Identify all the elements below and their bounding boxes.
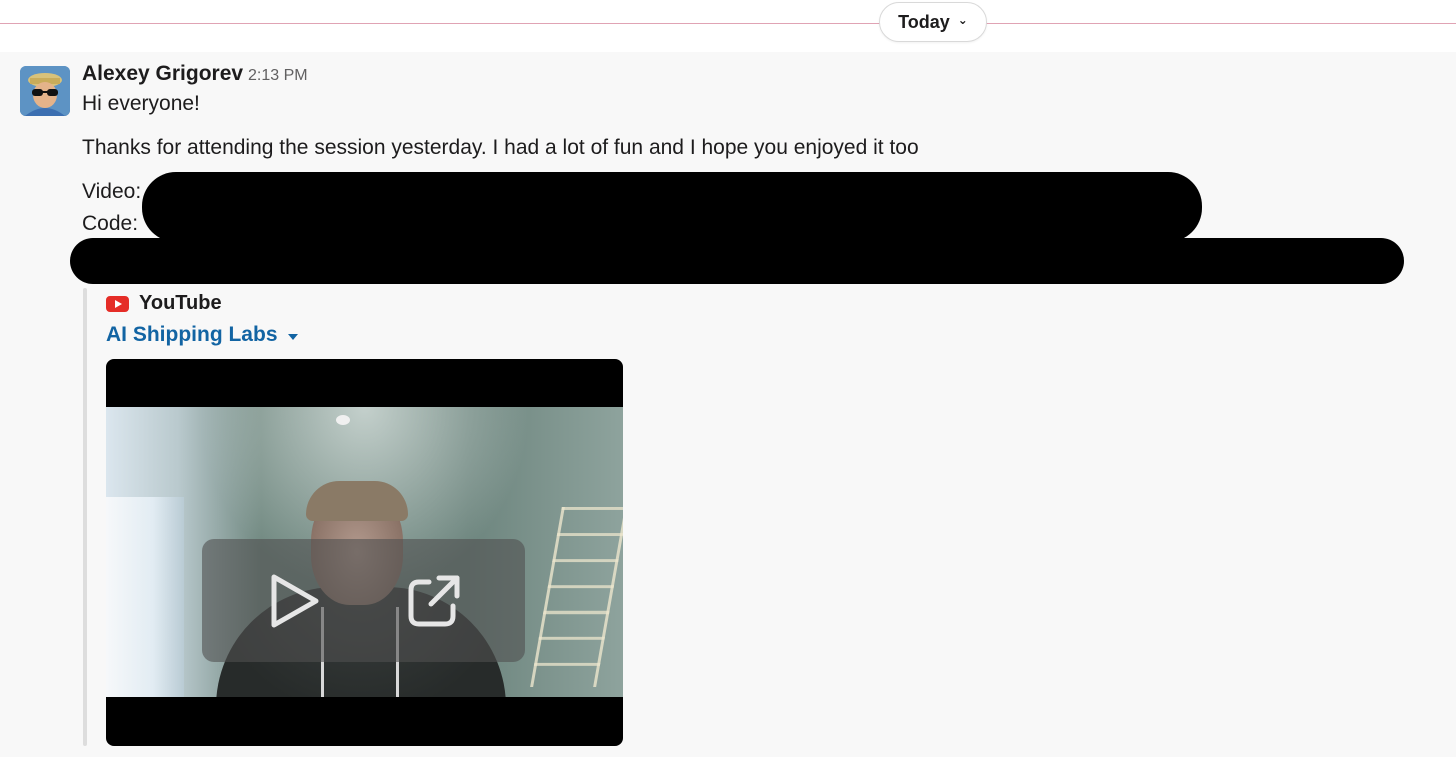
date-jump-button[interactable]: Today ⌄ (879, 2, 987, 42)
play-button[interactable] (264, 571, 324, 631)
message-line-greeting: Hi everyone! (82, 92, 200, 115)
play-icon (271, 574, 318, 627)
thumbnail-window (106, 497, 184, 697)
redaction-mark (70, 238, 1404, 284)
video-title-text: AI Shipping Labs (106, 323, 278, 346)
date-jump-label: Today (898, 11, 950, 32)
divider-line (0, 23, 1456, 24)
video-preview[interactable] (106, 359, 623, 746)
avatar[interactable] (20, 66, 70, 116)
video-title-link[interactable]: AI Shipping Labs (106, 323, 298, 347)
video-controls (202, 539, 525, 662)
date-divider: Today ⌄ (0, 0, 1456, 52)
code-label: Code: (82, 212, 139, 235)
open-external-button[interactable] (404, 571, 464, 631)
redaction-mark (142, 172, 1202, 242)
chevron-down-icon: ⌄ (957, 13, 968, 27)
attachment-border (83, 288, 87, 746)
avatar-image (20, 66, 70, 116)
message-line-thanks: Thanks for attending the session yesterd… (82, 136, 919, 159)
external-link-icon (408, 575, 459, 626)
sender-name[interactable]: Alexey Grigorev (82, 62, 243, 86)
attachment-source: YouTube (106, 292, 222, 315)
channel-view: Today ⌄ Alexey Grigorev 2:13 PM Hi every… (0, 0, 1456, 757)
video-thumbnail (106, 407, 623, 697)
caret-down-icon[interactable] (287, 333, 298, 340)
thumbnail-ladder (530, 507, 623, 687)
message-timestamp[interactable]: 2:13 PM (248, 67, 308, 85)
youtube-logo-icon (106, 295, 129, 312)
thumbnail-lamp (336, 415, 350, 425)
video-label: Video: (82, 180, 142, 203)
thumbnail-person-hair (306, 481, 408, 521)
attachment-source-label: YouTube (139, 292, 222, 314)
